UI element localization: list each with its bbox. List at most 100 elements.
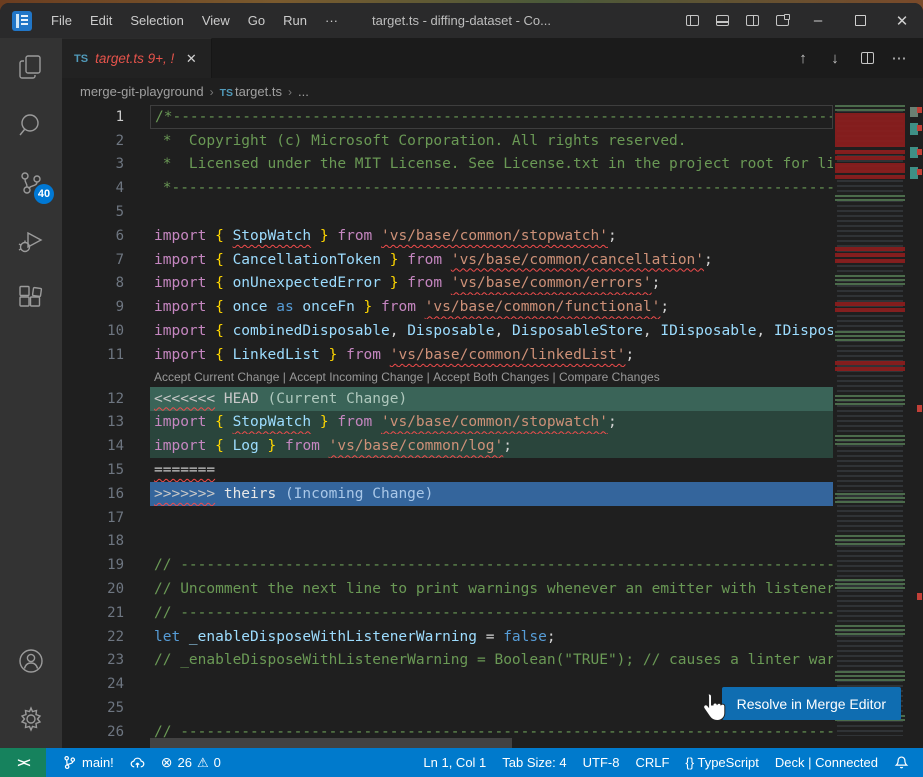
code-line-22[interactable]: 22let _enableDisposeWithListenerWarning … — [62, 625, 833, 649]
line-content: import { StopWatch } from 'vs/base/commo… — [150, 224, 833, 248]
minimap[interactable] — [833, 105, 909, 748]
code-line-18[interactable]: 18 — [62, 530, 833, 554]
code-line-4[interactable]: 4 *-------------------------------------… — [62, 176, 833, 200]
code-line-24[interactable]: 24 — [62, 672, 833, 696]
status-branch[interactable]: main! — [54, 748, 122, 777]
line-number: 18 — [62, 533, 150, 549]
line-number: 3 — [62, 156, 150, 172]
code-line-20[interactable]: 20// Uncomment the next line to print wa… — [62, 577, 833, 601]
code-line-3[interactable]: 3 * Licensed under the MIT License. See … — [62, 153, 833, 177]
previous-change-button[interactable]: ↑ — [789, 45, 817, 71]
code-line-25[interactable]: 25 — [62, 696, 833, 720]
status-sync[interactable] — [122, 748, 153, 777]
code-line-9[interactable]: 9import { once as onceFn } from 'vs/base… — [62, 295, 833, 319]
line-number: 2 — [62, 133, 150, 149]
status-deck-connection[interactable]: Deck | Connected — [767, 748, 886, 777]
menu-view[interactable]: View — [193, 9, 239, 33]
breadcrumb-item[interactable]: TStarget.ts — [220, 84, 282, 99]
error-icon: ⊗ — [161, 754, 173, 771]
status-problems[interactable]: ⊗26⚠0 — [153, 748, 229, 777]
line-number: 14 — [62, 438, 150, 454]
breadcrumb-item[interactable]: merge-git-playground — [80, 84, 204, 99]
editor-actions: ↑ ↓ ⋯ — [789, 38, 923, 78]
code-line-14[interactable]: 14import { Log } from 'vs/base/common/lo… — [62, 434, 833, 458]
line-number: 24 — [62, 676, 150, 692]
line-content: // Uncomment the next line to print warn… — [150, 577, 833, 601]
notifications-bell-icon[interactable] — [886, 748, 917, 777]
split-editor-button[interactable] — [853, 45, 881, 71]
status-eol[interactable]: CRLF — [627, 748, 677, 777]
tab-close-icon[interactable]: ✕ — [181, 49, 201, 69]
status-language-mode[interactable]: {} TypeScript — [677, 748, 766, 777]
line-number: 9 — [62, 299, 150, 315]
activity-explorer-icon[interactable] — [0, 38, 62, 96]
line-number: 22 — [62, 629, 150, 645]
activity-search-icon[interactable] — [0, 96, 62, 154]
minimize-button[interactable]: – — [797, 3, 839, 38]
warning-count: 0 — [214, 755, 221, 770]
vscode-window: target.ts - diffing-dataset - Co... File… — [0, 3, 923, 777]
code-line-6[interactable]: 6import { StopWatch } from 'vs/base/comm… — [62, 224, 833, 248]
tab-target-ts[interactable]: TS target.ts 9+, ! ✕ — [62, 38, 212, 78]
horizontal-scrollbar[interactable] — [150, 738, 512, 748]
maximize-button[interactable] — [839, 3, 881, 38]
menu-go[interactable]: Go — [239, 9, 274, 33]
customize-layout-icon[interactable] — [767, 9, 797, 33]
code-line-11[interactable]: 11import { LinkedList } from 'vs/base/co… — [62, 343, 833, 367]
toggle-sidebar-icon[interactable] — [677, 9, 707, 33]
code-line-19[interactable]: 19// -----------------------------------… — [62, 553, 833, 577]
code-line-21[interactable]: 21// -----------------------------------… — [62, 601, 833, 625]
line-content: let _enableDisposeWithListenerWarning = … — [150, 625, 833, 649]
code-line-5[interactable]: 5 — [62, 200, 833, 224]
code-line-2[interactable]: 2 * Copyright (c) Microsoft Corporation.… — [62, 129, 833, 153]
status-encoding[interactable]: UTF-8 — [575, 748, 628, 777]
tab-bar: TS target.ts 9+, ! ✕ ↑ ↓ ⋯ — [62, 38, 923, 78]
maximize-icon — [855, 15, 866, 26]
line-number: 15 — [62, 462, 150, 478]
line-content: import { Log } from 'vs/base/common/log'… — [150, 434, 833, 458]
code-line-7[interactable]: 7import { CancellationToken } from 'vs/b… — [62, 248, 833, 272]
menu-selection[interactable]: Selection — [121, 9, 192, 33]
menu-run[interactable]: Run — [274, 9, 316, 33]
menu-file[interactable]: File — [42, 9, 81, 33]
codelens-accept-current-change[interactable]: Accept Current Change — [154, 370, 279, 384]
breadcrumb-item[interactable]: ... — [298, 84, 309, 99]
split-editor-icon — [861, 52, 874, 64]
line-content — [150, 200, 833, 224]
activity-settings-icon[interactable] — [0, 690, 62, 748]
resolve-in-merge-editor-button[interactable]: Resolve in Merge Editor — [722, 687, 901, 720]
code-line-17[interactable]: 17 — [62, 506, 833, 530]
codelens-accept-both-changes[interactable]: Accept Both Changes — [433, 370, 549, 384]
toggle-secondary-sidebar-icon[interactable] — [737, 9, 767, 33]
more-actions-button[interactable]: ⋯ — [885, 45, 913, 71]
menu-edit[interactable]: Edit — [81, 9, 121, 33]
line-content: import { onUnexpectedError } from 'vs/ba… — [150, 272, 833, 296]
code-line-1[interactable]: 1/*-------------------------------------… — [62, 105, 833, 129]
close-window-button[interactable]: ✕ — [881, 3, 923, 38]
code-line-12[interactable]: 12<<<<<<< HEAD (Current Change) — [62, 387, 833, 411]
remote-indicator[interactable]: >< — [0, 748, 46, 777]
title-bar: target.ts - diffing-dataset - Co... File… — [0, 3, 923, 38]
status-cursor-position[interactable]: Ln 1, Col 1 — [415, 748, 494, 777]
next-change-button[interactable]: ↓ — [821, 45, 849, 71]
line-number: 7 — [62, 252, 150, 268]
codelens-accept-incoming-change[interactable]: Accept Incoming Change — [289, 370, 423, 384]
code-line-15[interactable]: 15======= — [62, 458, 833, 482]
code-line-23[interactable]: 23// _enableDisposeWithListenerWarning =… — [62, 649, 833, 673]
line-number: 12 — [62, 391, 150, 407]
code-line-8[interactable]: 8import { onUnexpectedError } from 'vs/b… — [62, 272, 833, 296]
code-line-13[interactable]: 13import { StopWatch } from 'vs/base/com… — [62, 411, 833, 435]
activity-run-debug-icon[interactable] — [0, 212, 62, 270]
activity-extensions-icon[interactable] — [0, 270, 62, 328]
line-number: 20 — [62, 581, 150, 597]
activity-source-control-icon[interactable]: 40 — [0, 154, 62, 212]
line-number: 4 — [62, 180, 150, 196]
menu-[interactable]: ··· — [316, 9, 347, 33]
codelens-compare-changes[interactable]: Compare Changes — [559, 370, 660, 384]
activity-accounts-icon[interactable] — [0, 632, 62, 690]
code-line-10[interactable]: 10import { combinedDisposable, Disposabl… — [62, 319, 833, 343]
code-editor[interactable]: 1/*-------------------------------------… — [62, 105, 923, 748]
code-line-16[interactable]: 16>>>>>>> theirs (Incoming Change) — [62, 482, 833, 506]
toggle-panel-icon[interactable] — [707, 9, 737, 33]
status-indentation[interactable]: Tab Size: 4 — [494, 748, 574, 777]
